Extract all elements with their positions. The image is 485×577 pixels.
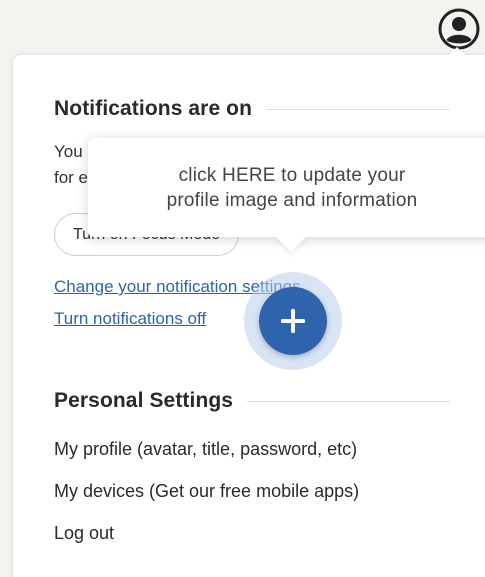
panel-caret bbox=[447, 47, 467, 57]
personal-settings-title: Personal Settings bbox=[54, 389, 234, 412]
menu-item-my-profile[interactable]: My profile (avatar, title, password, etc… bbox=[54, 439, 357, 460]
tooltip-arrow bbox=[275, 236, 307, 252]
menu-item-my-devices[interactable]: My devices (Get our free mobile apps) bbox=[54, 481, 359, 502]
turn-notifications-off-link[interactable]: Turn notifications off bbox=[54, 309, 206, 329]
profile-avatar-button[interactable] bbox=[437, 7, 481, 51]
tooltip-line-2: profile image and information bbox=[166, 189, 418, 211]
plus-icon bbox=[281, 309, 305, 333]
tooltip-line-1: click HERE to update your bbox=[178, 164, 406, 186]
onboarding-tooltip: click HERE to update your profile image … bbox=[88, 138, 485, 237]
add-hotspot-button[interactable] bbox=[259, 287, 327, 355]
user-circle-icon bbox=[438, 8, 480, 50]
tooltip-text: click HERE to update your profile image … bbox=[88, 163, 485, 213]
personal-settings-header: Personal Settings bbox=[54, 389, 450, 413]
section-divider bbox=[247, 400, 450, 402]
notifications-title: Notifications are on bbox=[54, 97, 253, 120]
section-divider bbox=[266, 108, 450, 110]
stage: Notifications are on You for e Turn on F… bbox=[0, 0, 485, 577]
notifications-header: Notifications are on bbox=[54, 97, 450, 121]
menu-item-log-out[interactable]: Log out bbox=[54, 523, 114, 544]
